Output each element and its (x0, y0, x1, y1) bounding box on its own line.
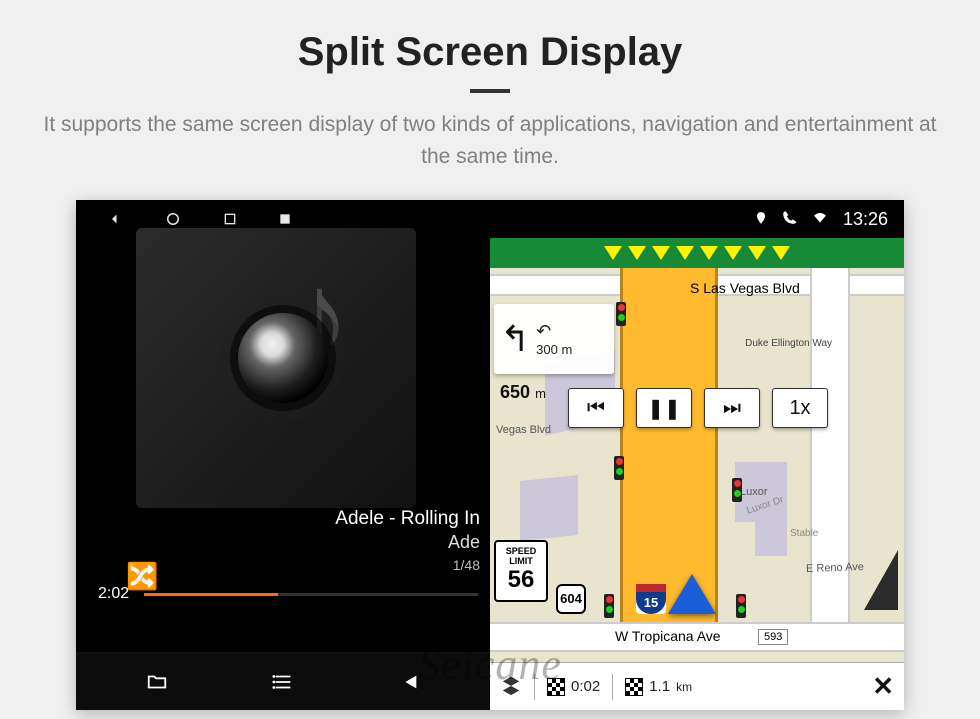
status-bar: 13:26 (490, 200, 904, 238)
route-shield-i15: 15 (636, 584, 666, 614)
traffic-light-icon (732, 478, 742, 502)
distance-segment[interactable]: 1.1 km (625, 678, 692, 696)
traffic-light-icon (604, 594, 614, 618)
elapsed-time: 2:02 (98, 585, 129, 603)
back-icon[interactable] (106, 210, 124, 228)
nav-bottom-bar: 0:02 1.1 km ✕ (490, 662, 904, 710)
checkered-flag-icon (547, 678, 565, 696)
sim-prev-button[interactable]: ⏮ (568, 388, 624, 428)
traffic-light-icon (736, 594, 746, 618)
track-title: Adele - Rolling In (76, 508, 480, 530)
lane-arrow-icon (700, 246, 718, 260)
lane-arrow-icon (604, 246, 622, 260)
building-pyramid (864, 550, 898, 610)
page-title: Split Screen Display (0, 30, 980, 75)
device-screenshot: ♪ Adele - Rolling In Ade 1/48 🔀 2:02 (76, 200, 904, 710)
progress-row: 2:02 (76, 579, 490, 607)
sim-pause-button[interactable]: ❚❚ (636, 388, 692, 428)
playlist-icon[interactable] (270, 671, 296, 693)
previous-track-icon[interactable] (396, 671, 422, 693)
main-turn-distance: 650 m (500, 382, 546, 403)
heading-underline (470, 89, 510, 93)
wifi-icon (811, 209, 829, 230)
distance-unit: km (676, 680, 692, 694)
traffic-light-icon (614, 456, 624, 480)
track-counter: 1/48 (76, 557, 480, 573)
street-label: S Las Vegas Blvd (690, 280, 800, 296)
location-icon (754, 209, 768, 230)
lane-arrow-icon (748, 246, 766, 260)
layers-icon[interactable] (500, 674, 522, 700)
sim-speed-button[interactable]: 1x (772, 388, 828, 428)
street-label: E Reno Ave (806, 561, 864, 575)
track-artist: Ade (76, 532, 480, 553)
building (755, 516, 787, 556)
checkered-flag-icon (625, 678, 643, 696)
eta-segment[interactable]: 0:02 (547, 678, 600, 696)
album-art-area: ♪ (76, 238, 490, 478)
screenshot-icon[interactable] (278, 212, 292, 226)
clock-time: 13:26 (843, 209, 888, 230)
map-canvas[interactable]: S Las Vegas Blvd Duke Ellington Way Vega… (490, 268, 904, 710)
road (810, 268, 850, 652)
street-label: W Tropicana Ave (615, 628, 721, 644)
page-subtitle: It supports the same screen display of t… (0, 109, 980, 200)
speed-limit-sign: SPEED LIMIT 56 (494, 540, 548, 602)
lane-arrow-icon (652, 246, 670, 260)
lane-arrow-icon (676, 246, 694, 260)
sim-controls: ⏮ ❚❚ ⏭ 1x (568, 388, 828, 428)
turn-left-icon: ↰ (500, 318, 530, 360)
traffic-light-icon (616, 302, 626, 326)
street-number: 593 (758, 629, 788, 645)
play-knob[interactable] (238, 313, 328, 403)
folder-icon[interactable] (144, 671, 170, 693)
remaining-distance: 1.1 (649, 678, 670, 695)
phone-icon (782, 209, 797, 230)
lane-arrow-icon (628, 246, 646, 260)
home-icon[interactable] (164, 210, 182, 228)
current-position-icon (668, 574, 716, 614)
poi-label: Luxor (740, 486, 768, 498)
street-label: Stable (790, 528, 818, 539)
route-shield-604: 604 (556, 584, 586, 614)
music-bottom-bar (76, 652, 490, 710)
lane-guidance-bar (490, 238, 904, 268)
track-meta: Adele - Rolling In Ade 1/48 (76, 478, 490, 579)
next-turn-panel: ↰ ↶ 300 m (494, 304, 614, 374)
nav-panel: 13:26 S Las Vegas Blvd Duke Ellington Wa… (490, 200, 904, 710)
lane-arrow-icon (772, 246, 790, 260)
lane-arrow-icon (724, 246, 742, 260)
music-panel: ♪ Adele - Rolling In Ade 1/48 🔀 2:02 (76, 200, 490, 710)
street-label: Vegas Blvd (496, 424, 551, 436)
building (520, 475, 578, 541)
progress-track[interactable] (144, 593, 478, 596)
close-button[interactable]: ✕ (872, 671, 894, 702)
sim-next-button[interactable]: ⏭ (704, 388, 760, 428)
next-turn-dist: 300 (536, 342, 558, 357)
next-turn-unit: m (562, 342, 573, 357)
eta-time: 0:02 (571, 678, 600, 695)
progress-fill (144, 593, 278, 596)
recents-icon[interactable] (222, 211, 238, 227)
street-label: Duke Ellington Way (745, 338, 832, 349)
